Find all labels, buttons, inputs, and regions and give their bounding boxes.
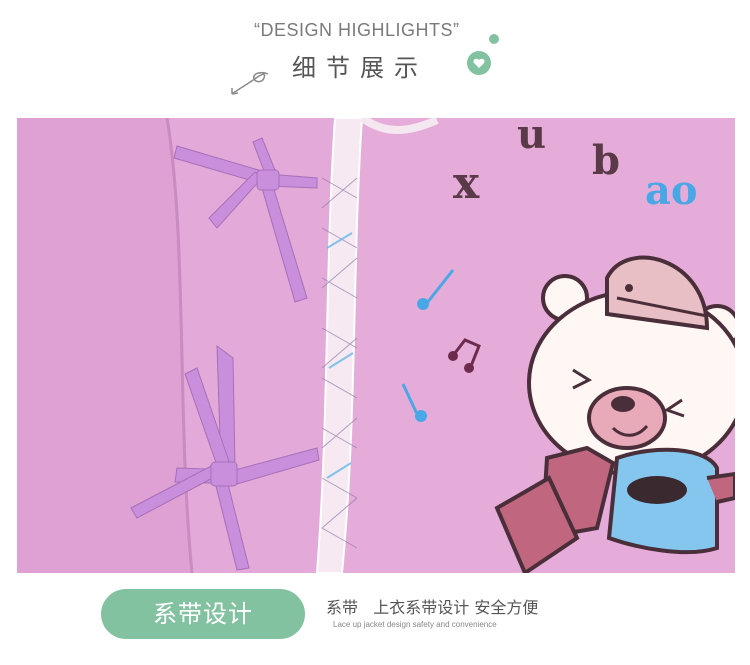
garment-illustration: x u b ao <box>17 118 735 573</box>
feature-badge: 系带设计 <box>101 589 305 639</box>
dot-icon <box>489 34 499 44</box>
feature-description-en: Lace up jacket design safety and conveni… <box>333 620 497 629</box>
header-title-en: “DESIGN HIGHLIGHTS” <box>254 20 460 40</box>
feature-description-zh: 系带 上衣系带设计 安全方便 <box>326 598 539 617</box>
print-letter-x: x <box>453 158 480 209</box>
header-title-zh: 细节展示 <box>292 54 428 82</box>
heart-bubble-icon <box>467 51 491 75</box>
swirl-arrow-icon <box>231 71 269 95</box>
product-detail-photo: x u b ao <box>17 118 735 573</box>
print-letter-b: b <box>592 137 620 184</box>
print-letters-ao: ao <box>645 167 698 214</box>
print-letter-u: u <box>517 118 546 158</box>
section-header: “DESIGN HIGHLIGHTS” 细节展示 <box>0 0 750 110</box>
